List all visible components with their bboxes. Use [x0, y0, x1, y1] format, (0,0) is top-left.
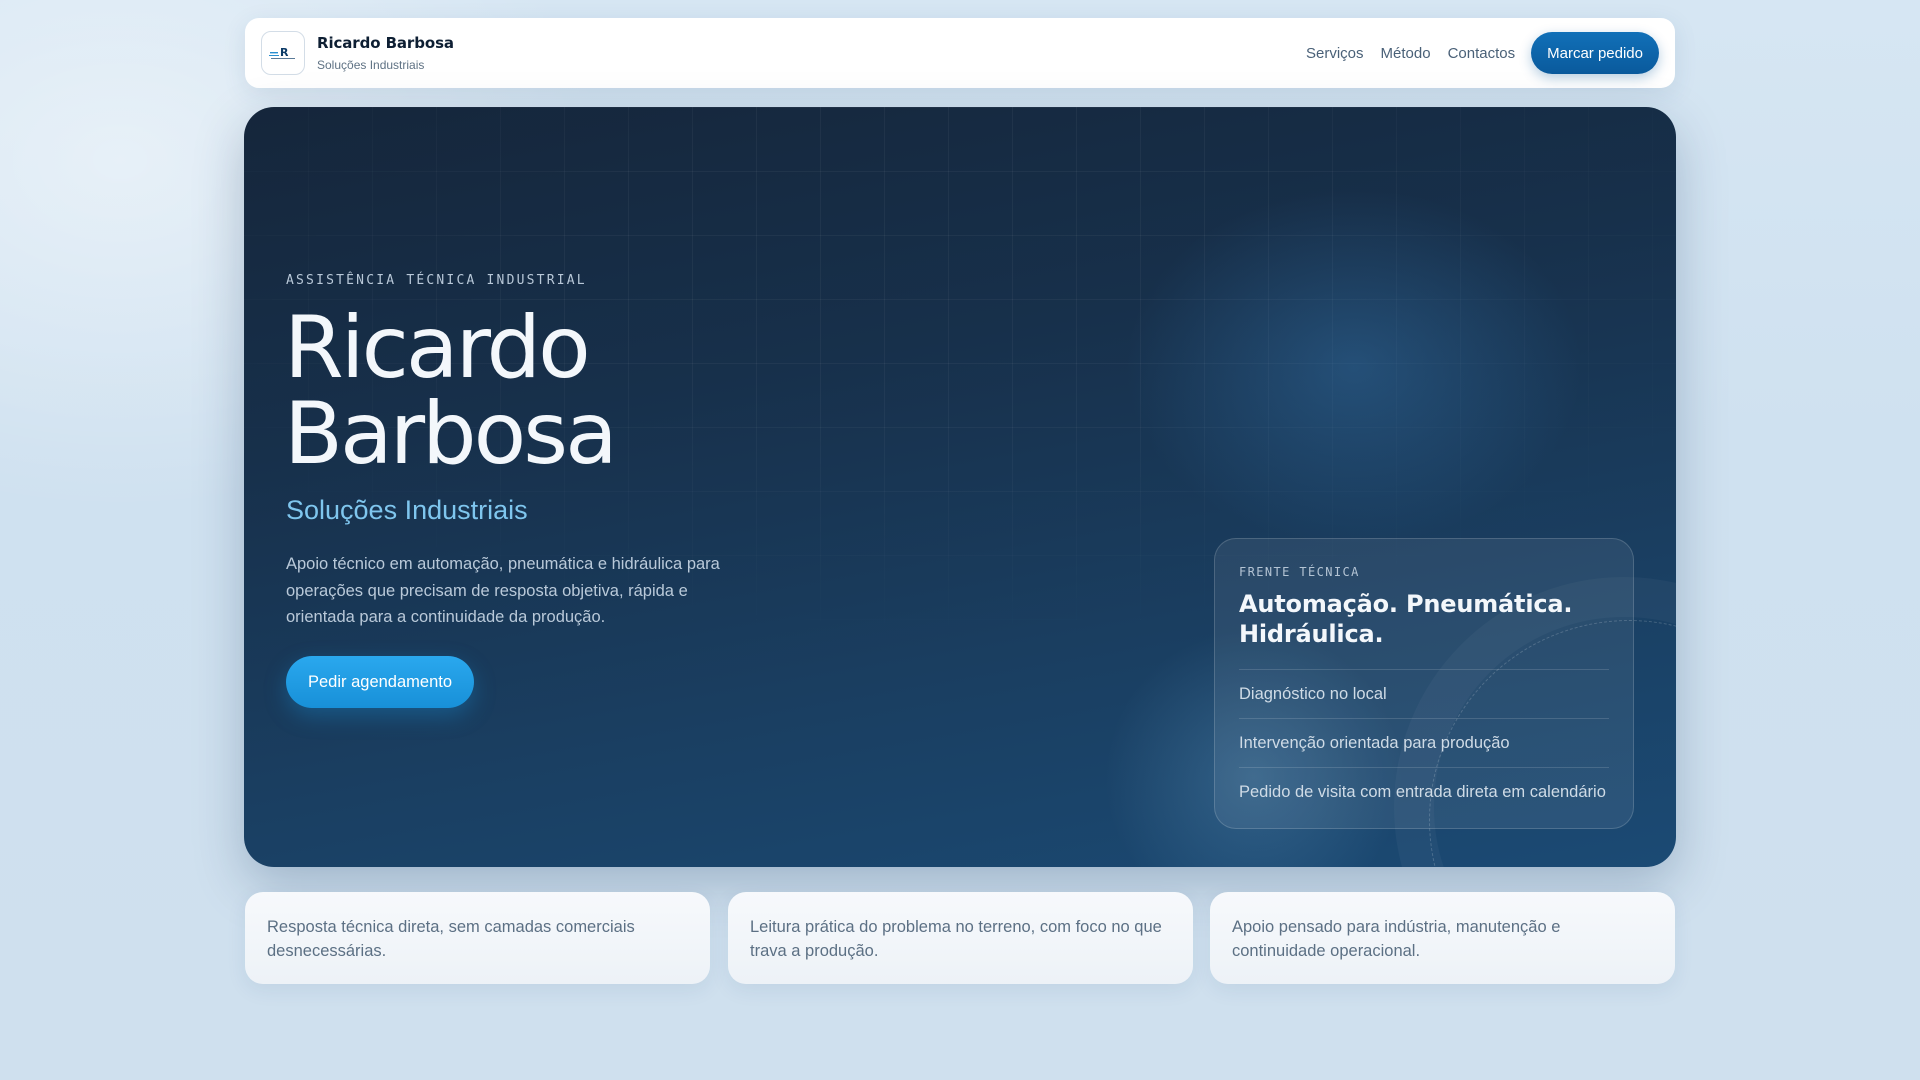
site-header: R Ricardo Barbosa Soluções Industriais S… [245, 18, 1675, 88]
nav-link-servicos[interactable]: Serviços [1306, 45, 1364, 62]
hero-subtitle: Soluções Industriais [286, 495, 528, 525]
hero-description: Apoio técnico em automação, pneumática e… [286, 555, 720, 626]
tech-card-eyebrow: FRENTE TÉCNICA [1239, 565, 1360, 579]
technical-front-card: FRENTE TÉCNICA Automação. Pneumática. Hi… [1214, 538, 1634, 829]
book-request-button[interactable]: Marcar pedido [1531, 32, 1659, 74]
tech-card-list: Diagnóstico no local Intervenção orienta… [1239, 669, 1609, 816]
tech-card-title: Automação. Pneumática. Hidráulica. [1239, 590, 1573, 648]
nav-link-metodo[interactable]: Método [1381, 45, 1431, 62]
brand: Ricardo Barbosa Soluções Industriais [317, 34, 454, 72]
hero-eyebrow: ASSISTÊNCIA TÉCNICA INDUSTRIAL [286, 273, 587, 288]
brand-logo[interactable]: R [261, 31, 305, 75]
list-item: Diagnóstico no local [1239, 669, 1609, 718]
hero-glow [1124, 187, 1584, 547]
hero-title-line2: Barbosa [284, 384, 618, 484]
logo-icon: R [269, 46, 295, 59]
nav-link-contactos[interactable]: Contactos [1448, 45, 1516, 62]
brand-subtitle: Soluções Industriais [317, 58, 425, 72]
schedule-request-button[interactable]: Pedir agendamento [286, 656, 475, 708]
feature-card-field-reading: Leitura prática do problema no terreno, … [728, 892, 1193, 984]
brand-name: Ricardo Barbosa [317, 34, 454, 52]
feature-card-industry-support: Apoio pensado para indústria, manutenção… [1210, 892, 1675, 984]
feature-card-direct-response: Resposta técnica direta, sem camadas com… [245, 892, 710, 984]
main-nav: Serviços Método Contactos Marcar pedido [1306, 32, 1659, 74]
list-item: Intervenção orientada para produção [1239, 718, 1609, 767]
hero-section: ASSISTÊNCIA TÉCNICA INDUSTRIAL Ricardo B… [244, 107, 1676, 867]
svg-text:R: R [280, 46, 289, 59]
hero-title-line1: Ricardo [284, 298, 591, 398]
list-item: Pedido de visita com entrada direta em c… [1239, 767, 1609, 816]
hero-title: Ricardo Barbosa [284, 305, 618, 477]
